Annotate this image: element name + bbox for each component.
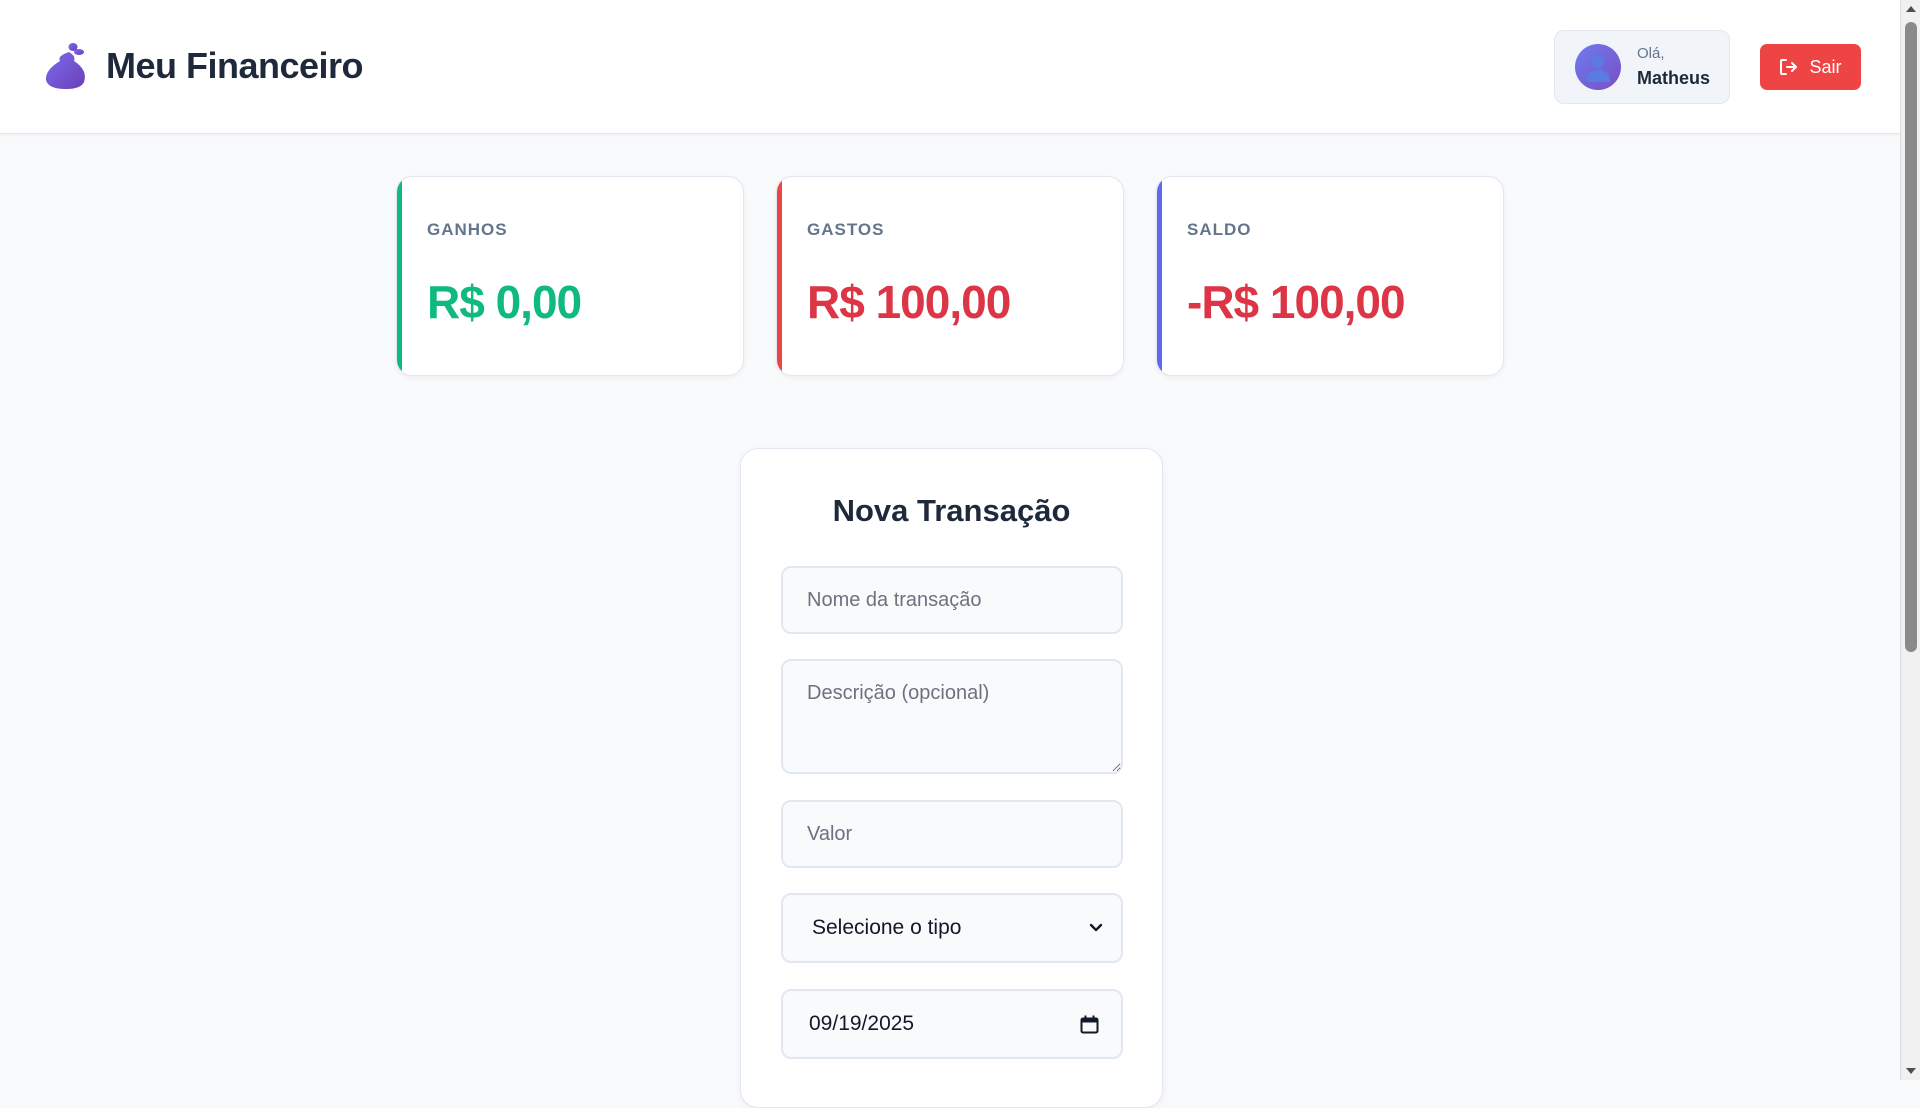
- scroll-up-icon[interactable]: [1906, 6, 1916, 12]
- user-name: Matheus: [1637, 67, 1711, 88]
- transaction-date-input[interactable]: 09/19/2025: [781, 989, 1123, 1059]
- income-value: R$ 0,00: [427, 276, 582, 328]
- transaction-type-selected: Selecione o tipo: [812, 916, 962, 939]
- form-title: Nova Transação: [832, 493, 1071, 528]
- transaction-type-select[interactable]: Selecione o tipo: [781, 893, 1123, 963]
- balance-label: SALDO: [1187, 220, 1252, 239]
- top-header: Meu Financeiro Olá, Matheus Sair: [0, 0, 1900, 134]
- user-profile: Olá, Matheus: [1554, 30, 1730, 104]
- expense-card: GASTOS R$ 100,00: [776, 176, 1124, 376]
- transaction-amount-input[interactable]: [781, 800, 1123, 868]
- balance-card: SALDO -R$ 100,00: [1156, 176, 1504, 376]
- transaction-name-input[interactable]: [781, 566, 1123, 634]
- new-transaction-form: Nova Transação Selecione o tipo 09/19/20…: [740, 448, 1163, 1108]
- scroll-down-icon[interactable]: [1906, 1068, 1916, 1074]
- balance-value: -R$ 100,00: [1187, 276, 1406, 328]
- logout-label: Sair: [1809, 56, 1842, 77]
- logout-button[interactable]: Sair: [1760, 44, 1861, 90]
- chevron-down-icon: [1089, 923, 1103, 932]
- user-greeting: Olá,: [1637, 44, 1665, 62]
- calendar-icon[interactable]: [1080, 1015, 1099, 1034]
- avatar: [1575, 44, 1621, 90]
- expense-label: GASTOS: [807, 220, 885, 239]
- user-icon: [1586, 56, 1610, 82]
- income-card: GANHOS R$ 0,00: [396, 176, 744, 376]
- expense-value: R$ 100,00: [807, 276, 1011, 328]
- income-label: GANHOS: [427, 220, 508, 239]
- brand: Meu Financeiro: [44, 42, 364, 90]
- app-title: Meu Financeiro: [106, 45, 364, 86]
- transaction-description-input[interactable]: [781, 659, 1123, 774]
- money-bag-icon: [45, 43, 85, 89]
- user-text: Olá, Matheus: [1637, 45, 1710, 90]
- transaction-date-value: 09/19/2025: [809, 1012, 915, 1035]
- page-scrollbar[interactable]: [1900, 0, 1920, 1080]
- scroll-thumb[interactable]: [1905, 22, 1917, 652]
- logout-icon: [1780, 59, 1798, 75]
